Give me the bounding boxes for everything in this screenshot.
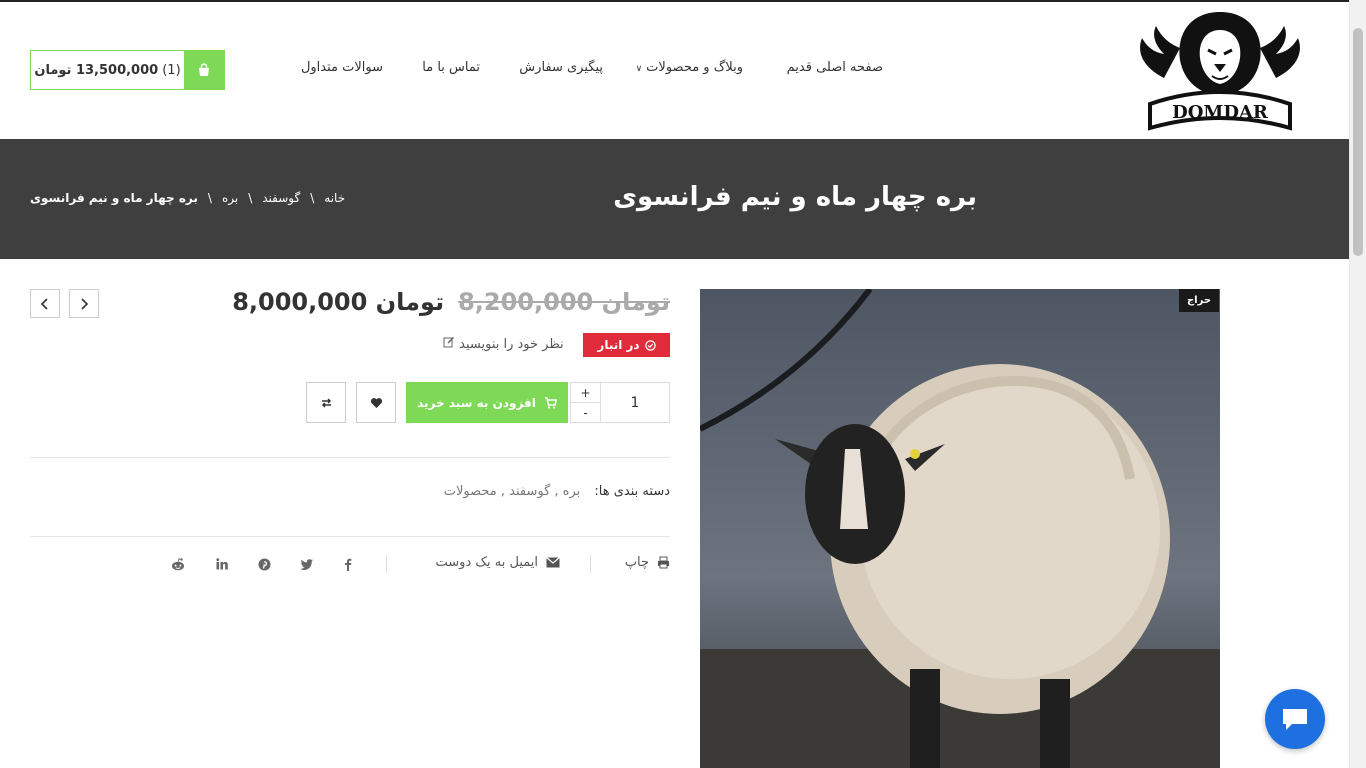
breadcrumb-current: بره چهار ماه و نیم فرانسوی [30,191,198,205]
nav-blog-products-label: وبلاگ و محصولات [646,60,743,75]
breadcrumb: خانه \ گوسفند \ بره \ بره چهار ماه و نیم… [30,191,345,205]
quantity-minus-button[interactable]: - [571,403,600,422]
page-scrollbar[interactable] [1349,0,1366,768]
cart-bag-icon[interactable] [184,51,224,89]
page-title: بره چهار ماه و نیم فرانسوی [613,182,977,212]
share-separator [386,555,387,573]
prev-product-button[interactable] [30,289,60,318]
chevron-left-icon [40,297,48,310]
quantity-steps: + - [571,383,601,422]
divider [30,536,670,537]
compare-icon [321,397,331,408]
next-product-button[interactable] [69,289,99,318]
nav-contact[interactable]: تماس با ما [422,60,480,75]
quantity-stepper: + - 1 [570,382,670,423]
page-title-band: بره چهار ماه و نیم فرانسوی خانه \ گوسفند… [0,139,1349,259]
envelope-icon [546,557,560,568]
cart-icon [544,396,557,409]
pinterest-icon[interactable] [256,556,272,572]
categories-label: دسته بندی ها: [594,484,670,499]
nav-order-tracking[interactable]: پیگیری سفارش [519,60,603,75]
product-categories: دسته بندی ها: بره , گوسفند , محصولات [444,484,670,499]
print-icon [658,556,669,569]
linkedin-icon[interactable] [214,556,230,572]
categories-value[interactable]: بره , گوسفند , محصولات [444,484,581,499]
print-link[interactable]: چاپ [625,555,670,570]
compare-button[interactable] [306,382,346,423]
nav-old-home[interactable]: صفحه اصلی قدیم [787,60,883,75]
chat-icon [1283,709,1307,730]
domdar-logo[interactable]: DOMDAR [1134,8,1306,134]
wishlist-button[interactable] [356,382,396,423]
write-review-label: نظر خود را بنویسید [459,337,564,352]
quantity-plus-button[interactable]: + [571,383,600,403]
sale-badge: حراج [1179,289,1219,312]
logo-text: DOMDAR [1172,102,1269,123]
breadcrumb-separator: \ [310,191,315,205]
cart-total: 13,500,000 تومان [34,62,159,78]
chevron-down-icon: ∨ [635,64,643,74]
breadcrumb-lamb[interactable]: بره [222,191,238,205]
stock-status-badge: در انبار [583,333,670,357]
cart-summary: (1) 13,500,000 تومان [31,51,184,89]
divider [30,457,670,458]
new-price: 8,000,000 تومان [232,288,445,316]
main-nav: صفحه اصلی قدیم وبلاگ و محصولات∨ پیگیری س… [290,60,890,80]
chevron-right-icon [81,297,89,310]
cart-count: (1) [162,62,181,78]
heart-icon [370,397,382,408]
email-friend-link[interactable]: ایمیل به یک دوست [436,555,560,570]
stock-label: در انبار [597,338,640,352]
print-label: چاپ [624,555,649,570]
edit-icon [443,336,455,348]
add-to-cart-label: افزودن به سبد خرید [417,395,536,410]
nav-faq[interactable]: سوالات متداول [301,60,383,75]
product-image[interactable] [700,289,1220,768]
breadcrumb-separator: \ [207,191,212,205]
share-separator [590,555,591,573]
old-price: 8,200,000 تومان [458,288,670,316]
live-chat-button[interactable] [1265,689,1325,749]
check-circle-icon [644,339,656,351]
scrollbar-thumb[interactable] [1353,28,1363,256]
quantity-input[interactable]: 1 [601,383,669,422]
mini-cart[interactable]: (1) 13,500,000 تومان [30,50,225,90]
price-row: 8,200,000 تومان 8,000,000 تومان [232,288,670,316]
reddit-icon[interactable] [170,556,186,572]
add-to-cart-button[interactable]: افزودن به سبد خرید [406,382,568,423]
site-header: DOMDAR صفحه اصلی قدیم وبلاگ و محصولات∨ پ… [0,2,1349,139]
facebook-icon[interactable] [340,556,356,572]
breadcrumb-sheep[interactable]: گوسفند [262,191,300,205]
breadcrumb-separator: \ [248,191,253,205]
nav-blog-products[interactable]: وبلاگ و محصولات∨ [636,60,743,75]
email-friend-label: ایمیل به یک دوست [435,555,538,570]
twitter-icon[interactable] [298,556,314,572]
write-review-link[interactable]: نظر خود را بنویسید [443,336,564,352]
breadcrumb-home[interactable]: خانه [324,191,345,205]
